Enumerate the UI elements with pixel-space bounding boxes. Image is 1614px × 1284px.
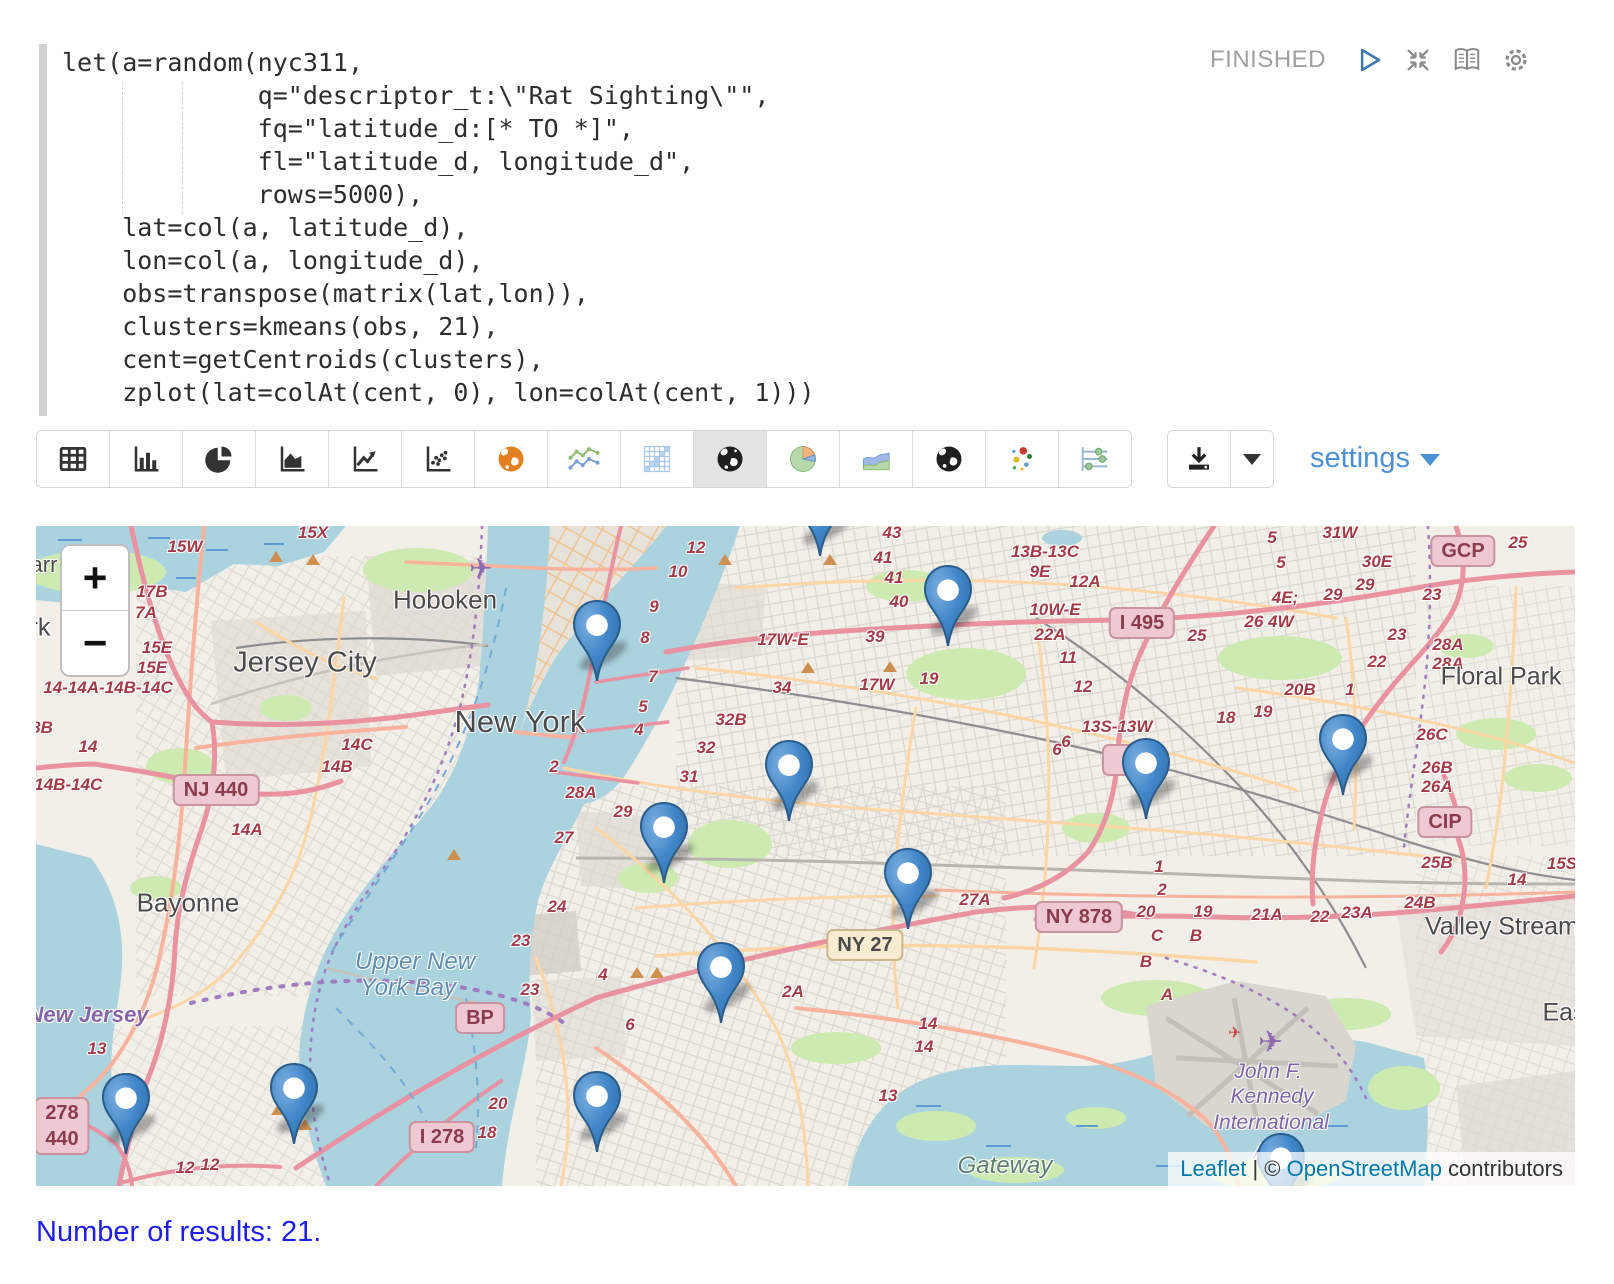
marker-pin-icon bbox=[1318, 714, 1368, 796]
map-attribution: Leaflet | © OpenStreetMap contributors bbox=[1168, 1152, 1575, 1186]
download-button[interactable] bbox=[1168, 431, 1230, 487]
settings-label: settings bbox=[1310, 442, 1410, 475]
map-marker[interactable] bbox=[639, 802, 689, 884]
pie-color-icon bbox=[788, 444, 818, 474]
zoom-control: + − bbox=[60, 544, 130, 677]
collapse-button[interactable] bbox=[1402, 44, 1434, 76]
globe-dark-icon bbox=[934, 444, 964, 474]
map[interactable]: ✈ ✈ ✈ 15X15W17B7A15E15E14-14A-14B-14C8B1… bbox=[36, 526, 1575, 1186]
pie-chart-icon bbox=[204, 444, 234, 474]
map-marker[interactable] bbox=[696, 942, 746, 1024]
status-badge: FINISHED bbox=[1210, 46, 1326, 74]
map-marker[interactable] bbox=[269, 1063, 319, 1145]
code-editor[interactable]: let(a=random(nyc311, q="descriptor_t:\"R… bbox=[36, 40, 1176, 422]
scatter-color-icon bbox=[1007, 444, 1037, 474]
attribution-copyright: © bbox=[1264, 1156, 1286, 1181]
viz-multi-line-button[interactable] bbox=[547, 431, 620, 487]
scatter-plot-icon bbox=[423, 444, 453, 474]
chevron-down-icon bbox=[1243, 454, 1261, 465]
leaflet-link[interactable]: Leaflet bbox=[1180, 1156, 1246, 1181]
zoom-in-button[interactable]: + bbox=[62, 546, 128, 611]
editor-gutter bbox=[39, 44, 47, 416]
marker-pin-icon bbox=[764, 740, 814, 822]
marker-pin-icon bbox=[795, 526, 845, 557]
marker-pin-icon bbox=[269, 1063, 319, 1145]
map-marker[interactable] bbox=[923, 565, 973, 647]
marker-pin-icon bbox=[1121, 738, 1171, 820]
marker-pin-icon bbox=[572, 1071, 622, 1153]
gear-icon bbox=[1501, 45, 1531, 75]
viz-scatter-color-button[interactable] bbox=[985, 431, 1058, 487]
svg-text:✈: ✈ bbox=[1228, 1025, 1241, 1042]
settings-caret-icon bbox=[1420, 454, 1440, 466]
zoom-out-button[interactable]: − bbox=[62, 611, 128, 675]
settings-toggle[interactable]: settings bbox=[1310, 430, 1440, 486]
viz-pie-color-button[interactable] bbox=[766, 431, 839, 487]
book-icon bbox=[1452, 45, 1482, 75]
viz-table-button[interactable] bbox=[37, 431, 109, 487]
indent-guide bbox=[182, 82, 183, 214]
globe-orange-icon bbox=[496, 444, 526, 474]
marker-pin-icon bbox=[639, 802, 689, 884]
viz-area-chart-button[interactable] bbox=[255, 431, 328, 487]
basemap: ✈ ✈ ✈ bbox=[36, 526, 1575, 1186]
code-text: let(a=random(nyc311, q="descriptor_t:\"R… bbox=[36, 40, 1176, 409]
multi-line-icon bbox=[568, 444, 600, 474]
sliders-icon bbox=[1079, 444, 1111, 474]
viz-bar-chart-button[interactable] bbox=[109, 431, 182, 487]
area-color-icon bbox=[861, 444, 891, 474]
map-marker[interactable] bbox=[795, 526, 845, 557]
map-marker[interactable] bbox=[883, 848, 933, 930]
map-marker[interactable] bbox=[572, 600, 622, 682]
viz-area-color-button[interactable] bbox=[839, 431, 912, 487]
collapse-icon bbox=[1403, 45, 1433, 75]
marker-pin-icon bbox=[883, 848, 933, 930]
attribution-divider: | bbox=[1246, 1156, 1264, 1181]
indent-guide bbox=[122, 82, 123, 214]
globe-map-icon bbox=[715, 444, 745, 474]
map-marker[interactable] bbox=[101, 1073, 151, 1155]
svg-text:✈: ✈ bbox=[469, 553, 492, 584]
marker-pin-icon bbox=[572, 600, 622, 682]
map-marker[interactable] bbox=[572, 1071, 622, 1153]
area-chart-icon bbox=[277, 444, 307, 474]
map-marker[interactable] bbox=[1318, 714, 1368, 796]
show-output-button[interactable] bbox=[1451, 44, 1483, 76]
download-icon bbox=[1184, 444, 1214, 474]
notebook-page: let(a=random(nyc311, q="descriptor_t:\"R… bbox=[0, 0, 1614, 1284]
viz-pie-chart-button[interactable] bbox=[182, 431, 255, 487]
viz-globe-orange-button[interactable] bbox=[474, 431, 547, 487]
download-group bbox=[1167, 430, 1274, 488]
viz-grid-heatmap-button[interactable] bbox=[620, 431, 693, 487]
map-marker[interactable] bbox=[764, 740, 814, 822]
paragraph-settings-button[interactable] bbox=[1500, 44, 1532, 76]
viz-scatter-plot-button[interactable] bbox=[401, 431, 474, 487]
attribution-suffix: contributors bbox=[1442, 1156, 1563, 1181]
paragraph-controls: FINISHED bbox=[1210, 44, 1532, 76]
download-options-button[interactable] bbox=[1230, 431, 1273, 487]
viz-sliders-button[interactable] bbox=[1058, 431, 1131, 487]
run-button[interactable] bbox=[1353, 44, 1385, 76]
play-icon bbox=[1354, 45, 1384, 75]
grid-heatmap-icon bbox=[642, 444, 672, 474]
viz-toolbar bbox=[36, 430, 1132, 488]
osm-link[interactable]: OpenStreetMap bbox=[1287, 1156, 1442, 1181]
marker-pin-icon bbox=[923, 565, 973, 647]
line-chart-icon bbox=[350, 444, 380, 474]
map-marker[interactable] bbox=[1121, 738, 1171, 820]
marker-pin-icon bbox=[101, 1073, 151, 1155]
viz-line-chart-button[interactable] bbox=[328, 431, 401, 487]
viz-toolbar-row: settings bbox=[36, 430, 1575, 488]
table-icon bbox=[58, 444, 88, 474]
svg-text:✈: ✈ bbox=[1258, 1026, 1283, 1059]
viz-globe-dark-button[interactable] bbox=[912, 431, 985, 487]
marker-pin-icon bbox=[696, 942, 746, 1024]
result-count: Number of results: 21. bbox=[36, 1216, 321, 1249]
viz-globe-map-button[interactable] bbox=[693, 431, 766, 487]
bar-chart-icon bbox=[131, 444, 161, 474]
